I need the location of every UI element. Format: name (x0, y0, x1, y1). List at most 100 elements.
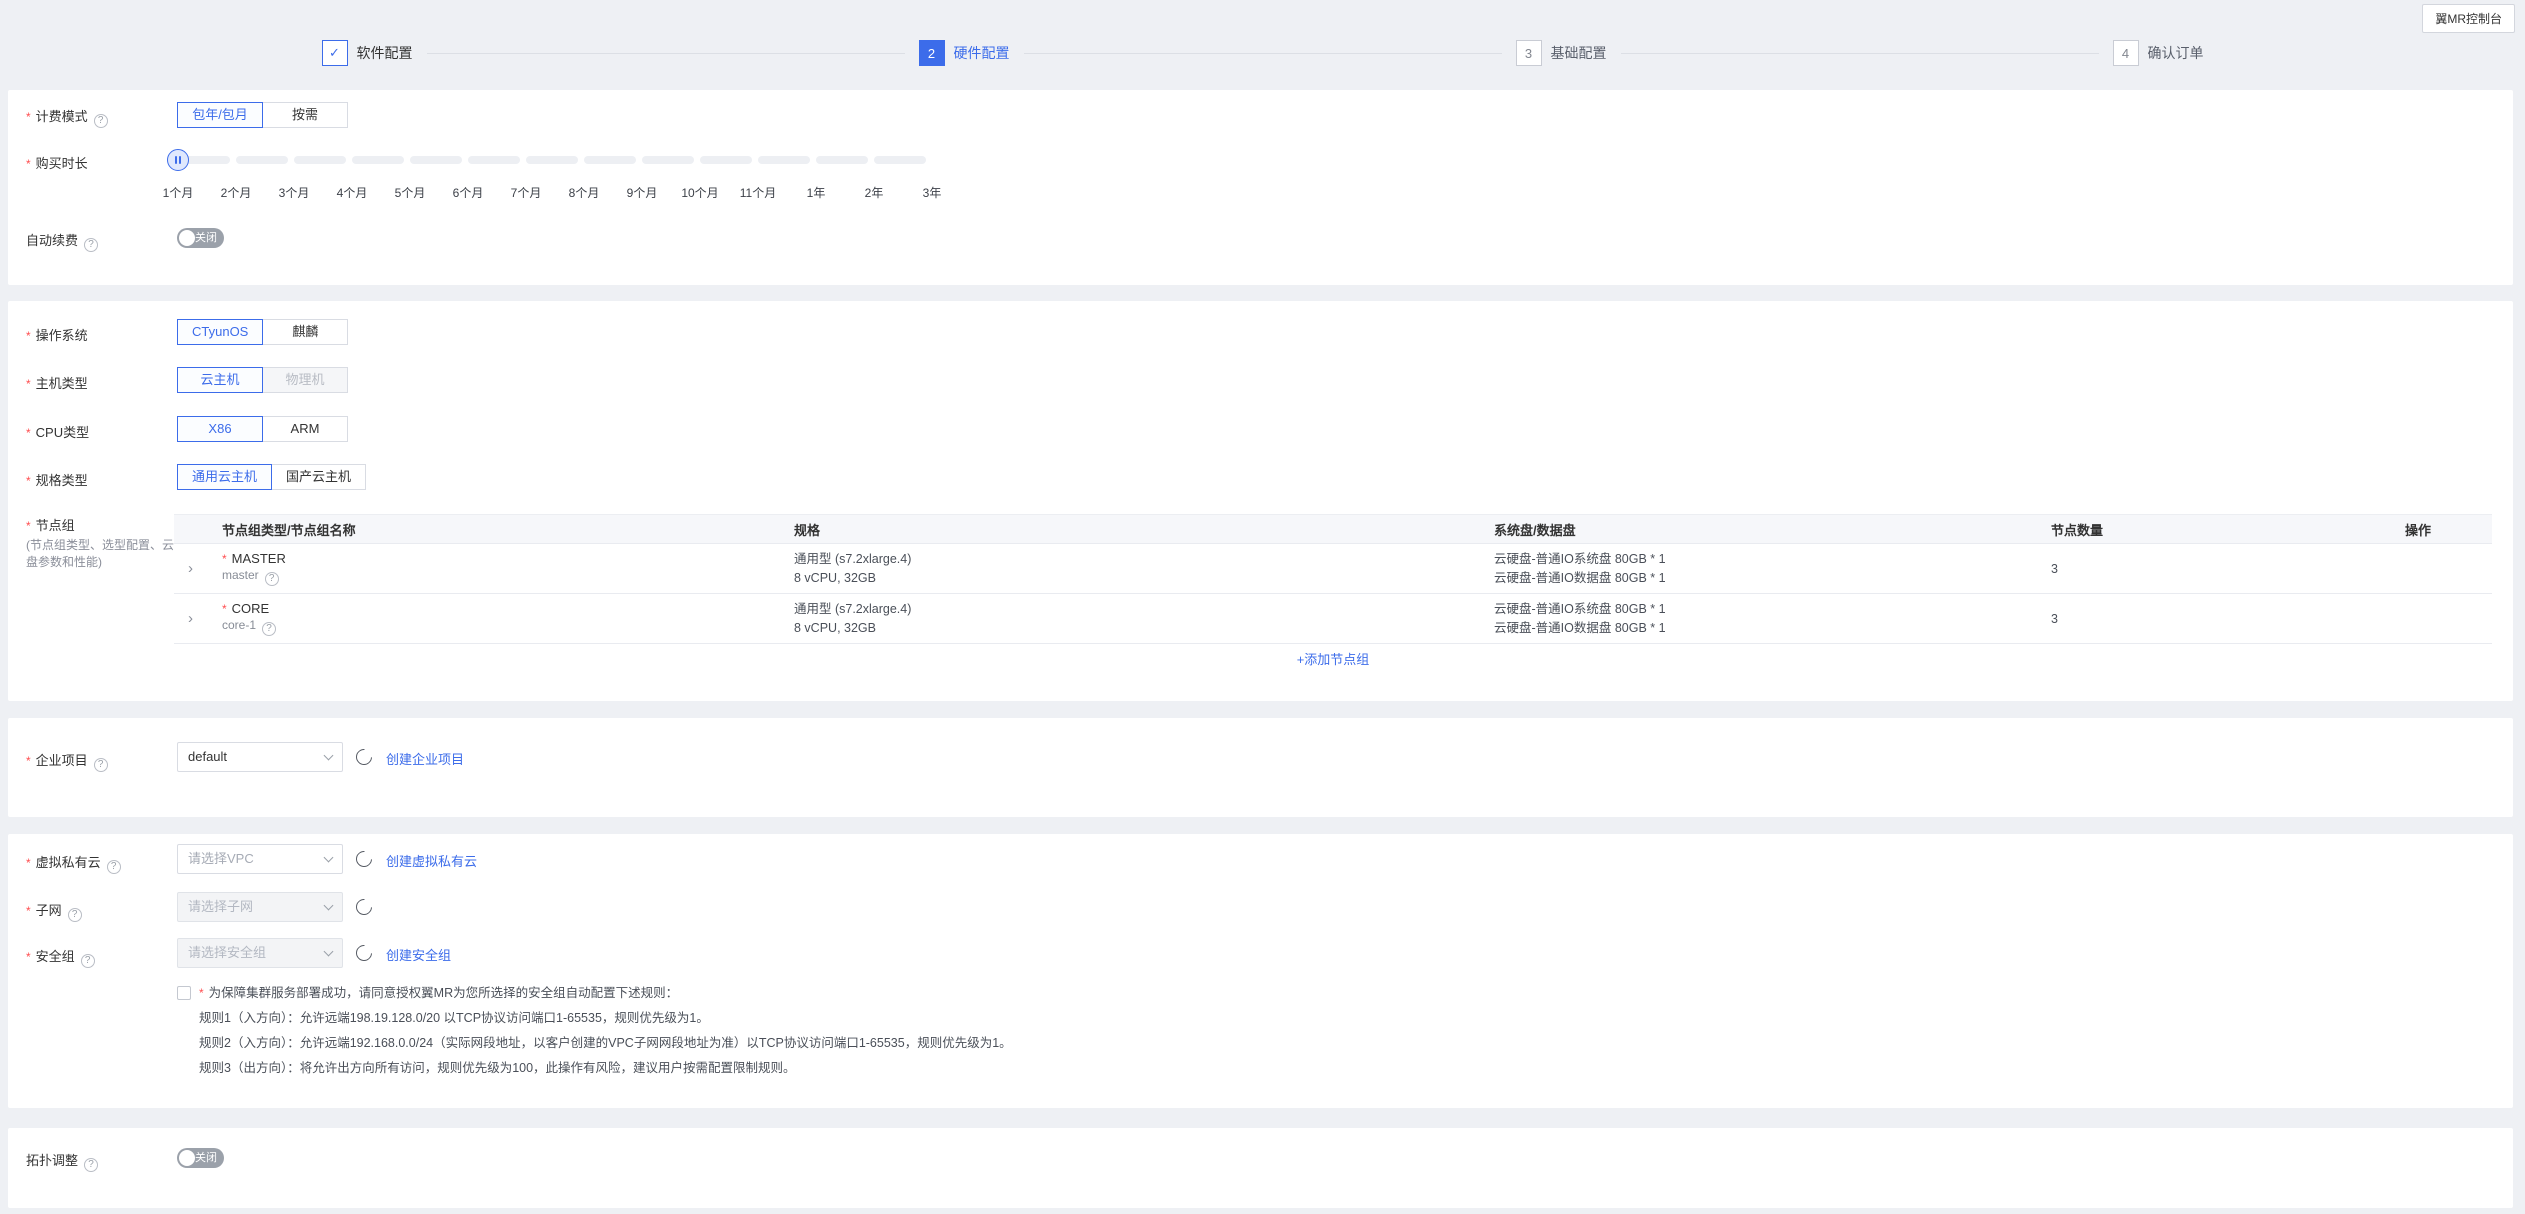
info-icon[interactable] (265, 572, 279, 586)
node-disks: 云硬盘-普通IO系统盘 80GB * 1云硬盘-普通IO数据盘 80GB * 1 (1494, 594, 2051, 644)
duration-label: 购买时长 (26, 153, 88, 172)
subnet-label: 子网 (26, 900, 82, 922)
duration-slider-track[interactable] (178, 156, 932, 164)
node-type: MASTER (222, 551, 794, 566)
cpu-type-label: CPU类型 (26, 422, 89, 441)
enterprise-project-select[interactable]: default (177, 742, 343, 772)
duration-tick[interactable]: 11个月 (728, 184, 788, 201)
col-spec: 规格 (794, 515, 1494, 544)
agreement-intro: 为保障集群服务部署成功，请同意授权翼MR为您所选择的安全组自动配置下述规则： (199, 984, 678, 1002)
node-count: 3 (2051, 544, 2405, 594)
security-group-agreement: 为保障集群服务部署成功，请同意授权翼MR为您所选择的安全组自动配置下述规则： 规… (177, 984, 1012, 1077)
step-number: 4 (2113, 40, 2139, 66)
step-software-config[interactable]: 软件配置 (322, 40, 413, 66)
auto-renew-toggle[interactable]: 关闭 (177, 228, 224, 248)
enterprise-project-label: 企业项目 (26, 750, 108, 772)
toggle-knob (179, 230, 195, 246)
create-security-group-link[interactable]: 创建安全组 (386, 945, 451, 964)
os-option-kylin[interactable]: 麒麟 (262, 319, 348, 345)
info-icon[interactable] (94, 758, 108, 772)
billing-option-ondemand[interactable]: 按需 (262, 102, 348, 128)
duration-tick[interactable]: 1个月 (148, 184, 208, 201)
spec-type-option-general[interactable]: 通用云主机 (177, 464, 272, 490)
step-label: 确认订单 (2148, 43, 2204, 63)
billing-option-prepaid[interactable]: 包年/包月 (177, 102, 263, 128)
spec-type-option-domestic[interactable]: 国产云主机 (271, 464, 366, 490)
step-label: 软件配置 (357, 43, 413, 63)
vpc-label: 虚拟私有云 (26, 852, 121, 874)
chevron-down-icon (324, 947, 334, 957)
duration-tick[interactable]: 8个月 (554, 184, 614, 201)
duration-tick[interactable]: 10个月 (670, 184, 730, 201)
info-icon[interactable] (84, 1158, 98, 1172)
os-options: CTyunOS 麒麟 (177, 319, 348, 345)
toggle-state-text: 关闭 (195, 1151, 217, 1165)
col-node-type: 节点组类型/节点组名称 (222, 515, 794, 544)
topology-toggle[interactable]: 关闭 (177, 1148, 224, 1168)
refresh-icon[interactable] (353, 942, 376, 965)
node-type: CORE (222, 601, 794, 616)
subnet-select: 请选择子网 (177, 892, 343, 922)
hardware-section: 操作系统 CTyunOS 麒麟 主机类型 云主机 物理机 CPU类型 X86 A… (8, 301, 2513, 701)
agreement-rule: 规则3（出方向）：将允许出方向所有访问，规则优先级为100，此操作有风险，建议用… (177, 1060, 1012, 1077)
step-done-check-icon (322, 40, 348, 66)
cpu-type-option-arm[interactable]: ARM (262, 416, 348, 442)
step-hardware-config[interactable]: 2 硬件配置 (919, 40, 1010, 66)
host-type-options: 云主机 物理机 (177, 367, 348, 393)
billing-mode-label: 计费模式 (26, 106, 108, 128)
duration-tick[interactable]: 4个月 (322, 184, 382, 201)
step-confirm-order[interactable]: 4 确认订单 (2113, 40, 2204, 66)
node-spec: 通用型 (s7.2xlarge.4)8 vCPU, 32GB (794, 594, 1494, 644)
refresh-icon[interactable] (353, 746, 376, 769)
info-icon[interactable] (262, 622, 276, 636)
agreement-rule: 规则2（入方向）：允许远端192.168.0.0/24（实际网段地址，以客户创建… (177, 1035, 1012, 1052)
duration-slider-handle[interactable] (167, 149, 189, 171)
create-enterprise-project-link[interactable]: 创建企业项目 (386, 749, 464, 768)
expand-chevron-icon[interactable]: › (188, 560, 193, 577)
table-row-master: › MASTER master 通用型 (s7.2xlarge.4)8 vCPU… (174, 544, 2492, 594)
cpu-type-option-x86[interactable]: X86 (177, 416, 263, 442)
step-number: 3 (1516, 40, 1542, 66)
node-name: master (222, 568, 794, 586)
duration-tick[interactable]: 1年 (786, 184, 846, 201)
topology-label: 拓扑调整 (26, 1150, 98, 1172)
node-group-label: 节点组 (26, 515, 75, 534)
duration-tick[interactable]: 2个月 (206, 184, 266, 201)
os-option-ctyunos[interactable]: CTyunOS (177, 319, 263, 345)
duration-tick[interactable]: 7个月 (496, 184, 556, 201)
node-name: core-1 (222, 618, 794, 636)
security-group-select: 请选择安全组 (177, 938, 343, 968)
mr-console-button[interactable]: 翼MR控制台 (2422, 4, 2515, 33)
agreement-checkbox[interactable] (177, 986, 191, 1000)
refresh-icon[interactable] (353, 896, 376, 919)
info-icon[interactable] (68, 908, 82, 922)
step-label: 硬件配置 (954, 43, 1010, 63)
expand-chevron-icon[interactable]: › (188, 610, 193, 627)
duration-tick[interactable]: 9个月 (612, 184, 672, 201)
node-group-note: (节点组类型、选型配置、云盘参数和性能) (26, 537, 178, 571)
refresh-icon[interactable] (353, 848, 376, 871)
table-header-row: 节点组类型/节点组名称 规格 系统盘/数据盘 节点数量 操作 (174, 515, 2492, 544)
info-icon[interactable] (84, 238, 98, 252)
step-basic-config[interactable]: 3 基础配置 (1516, 40, 1607, 66)
duration-tick[interactable]: 5个月 (380, 184, 440, 201)
stepper-divider (427, 53, 905, 54)
billing-section: 计费模式 包年/包月 按需 购买时长 1个月 2个月 3个月 4个月 5个月 6… (8, 90, 2513, 285)
info-icon[interactable] (81, 954, 95, 968)
duration-tick[interactable]: 2年 (844, 184, 904, 201)
create-vpc-link[interactable]: 创建虚拟私有云 (386, 851, 477, 870)
os-label: 操作系统 (26, 325, 88, 344)
col-count: 节点数量 (2051, 515, 2405, 544)
stepper-divider (1024, 53, 1502, 54)
spec-type-options: 通用云主机 国产云主机 (177, 464, 366, 490)
duration-tick[interactable]: 3个月 (264, 184, 324, 201)
info-icon[interactable] (107, 860, 121, 874)
add-node-group-link[interactable]: +添加节点组 (1297, 652, 1370, 667)
duration-tick[interactable]: 3年 (902, 184, 962, 201)
vpc-select[interactable]: 请选择VPC (177, 844, 343, 874)
stepper-divider (1621, 53, 2099, 54)
info-icon[interactable] (94, 114, 108, 128)
chevron-down-icon (324, 901, 334, 911)
host-type-option-cloud[interactable]: 云主机 (177, 367, 263, 393)
duration-tick[interactable]: 6个月 (438, 184, 498, 201)
